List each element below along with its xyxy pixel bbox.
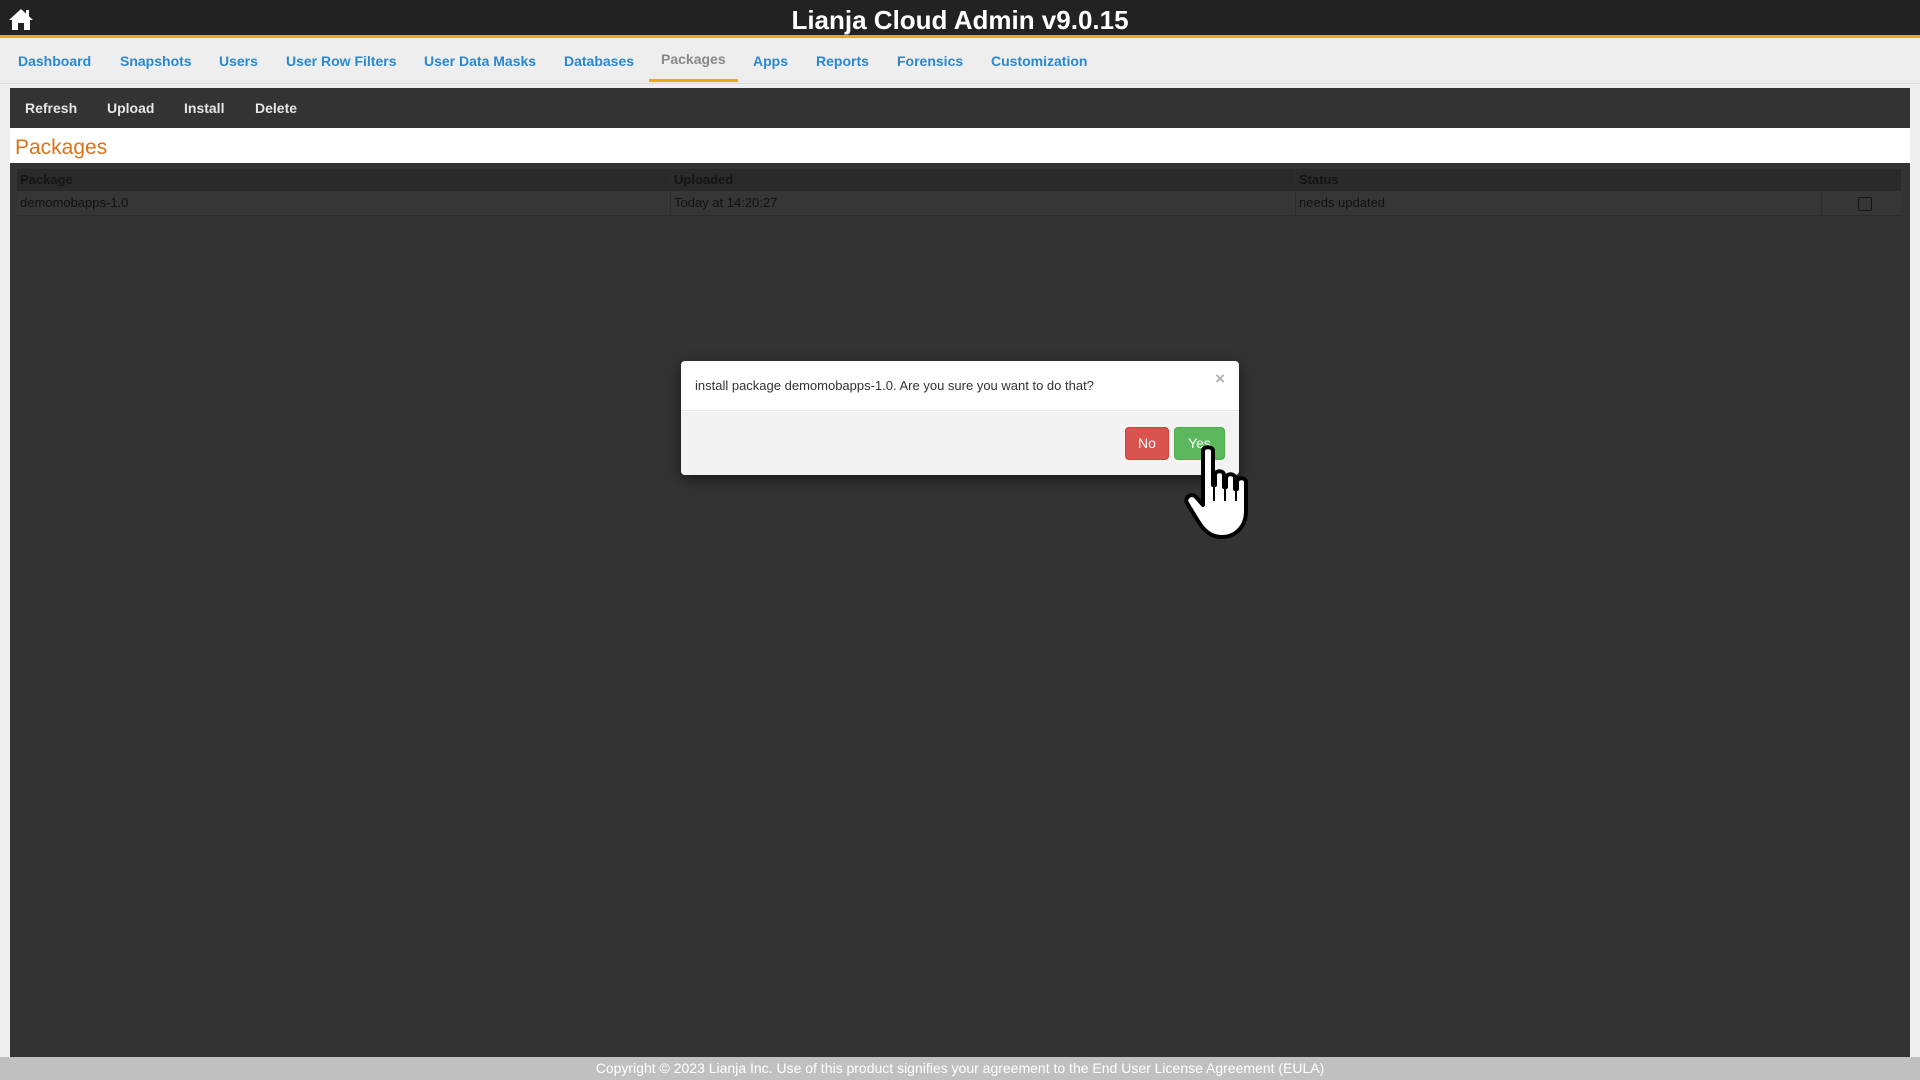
main-nav: Dashboard Snapshots Users User Row Filte… [0,41,1920,84]
close-icon[interactable]: × [1215,369,1225,389]
confirm-dialog: install package demomobapps-1.0. Are you… [681,361,1239,475]
column-header-select [1822,169,1901,191]
no-button[interactable]: No [1125,427,1169,460]
tab-databases[interactable]: Databases [564,53,634,69]
uploaded-cell: Today at 14:20:27 [671,191,1296,215]
column-header-uploaded[interactable]: Uploaded [671,169,1296,191]
footer-copyright: Copyright © 2023 Lianja Inc. Use of this… [0,1057,1920,1080]
dialog-message: install package demomobapps-1.0. Are you… [695,378,1094,393]
row-select-checkbox[interactable] [1857,197,1872,211]
package-name-cell: demomobapps-1.0 [17,191,671,215]
tab-user-row-filters[interactable]: User Row Filters [286,53,396,69]
status-cell: needs updated [1296,191,1822,215]
upload-button[interactable]: Upload [107,100,154,116]
table-row[interactable]: demomobapps-1.0 Today at 14:20:27 needs … [17,191,1901,216]
section-title: Packages [15,136,108,159]
select-cell [1822,191,1901,215]
column-header-package[interactable]: Package [17,169,671,191]
tab-reports[interactable]: Reports [816,53,869,69]
tab-packages[interactable]: Packages [661,51,726,67]
tab-customization[interactable]: Customization [991,53,1087,69]
grid-header: Package Uploaded Status [17,169,1901,191]
column-header-status[interactable]: Status [1296,169,1822,191]
install-button[interactable]: Install [184,100,224,116]
top-bar: Lianja Cloud Admin v9.0.15 [0,0,1920,38]
refresh-button[interactable]: Refresh [25,100,77,116]
yes-button[interactable]: Yes [1174,427,1225,460]
tab-user-data-masks[interactable]: User Data Masks [424,53,536,69]
tab-apps[interactable]: Apps [753,53,788,69]
tab-forensics[interactable]: Forensics [897,53,963,69]
tab-dashboard[interactable]: Dashboard [18,53,91,69]
tab-users[interactable]: Users [219,53,258,69]
packages-grid: Package Uploaded Status demomobapps-1.0 … [10,163,1910,1057]
active-tab-indicator [649,79,738,82]
app-title: Lianja Cloud Admin v9.0.15 [791,5,1129,35]
dialog-body: install package demomobapps-1.0. Are you… [681,361,1239,411]
toolbar: Refresh Upload Install Delete [10,88,1910,128]
delete-button[interactable]: Delete [255,100,297,116]
content-area: Packages Package Uploaded Status demomob… [10,128,1910,1057]
tab-snapshots[interactable]: Snapshots [120,53,192,69]
dialog-footer: No Yes [681,412,1239,475]
